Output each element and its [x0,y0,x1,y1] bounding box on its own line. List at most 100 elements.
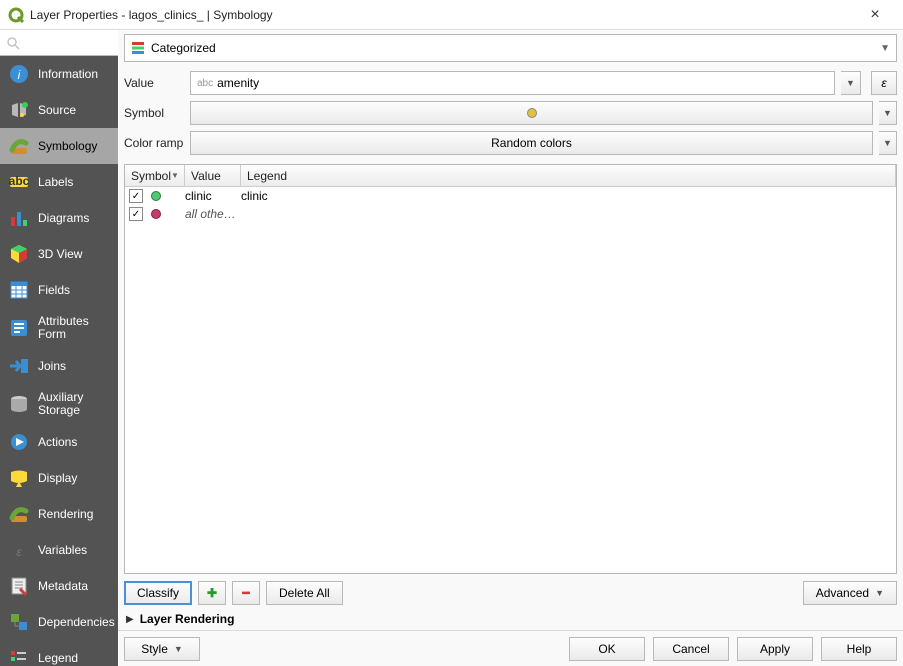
dependencies-icon [8,611,30,633]
color-ramp-button[interactable]: Random colors [190,131,873,155]
delete-all-button[interactable]: Delete All [266,581,343,605]
sidebar-item-variables[interactable]: ε Variables [0,532,118,568]
sidebar-item-diagrams[interactable]: Diagrams [0,200,118,236]
diagrams-icon [8,207,30,229]
sidebar-item-label: Dependencies [38,616,115,629]
sidebar-item-actions[interactable]: Actions [0,424,118,460]
grid-header-symbol[interactable]: Symbol ▼ [125,165,185,186]
sidebar-item-source[interactable]: Source [0,92,118,128]
layer-rendering-title: Layer Rendering [140,612,235,626]
sidebar-search[interactable] [0,30,118,56]
svg-text:ε: ε [16,545,22,559]
grid-row[interactable]: ✓ clinic clinic [125,187,896,205]
sidebar-item-label: 3D View [38,248,82,261]
color-ramp-label: Color ramp [124,136,184,150]
labels-icon: abc [8,171,30,193]
info-icon: i [8,63,30,85]
grid-header-value-label: Value [191,169,221,183]
sidebar-item-display[interactable]: Display [0,460,118,496]
sidebar-nav: i Information Source Symbology abc Label… [0,56,118,666]
sidebar-item-rendering[interactable]: Rendering [0,496,118,532]
color-ramp-dropdown-button[interactable]: ▼ [879,131,897,155]
sidebar-item-label: Information [38,68,98,81]
grid-row[interactable]: ✓ all othe… [125,205,896,223]
symbol-row: Symbol ▼ [124,98,897,128]
grid-header-legend-label: Legend [247,169,287,183]
storage-icon [8,393,30,415]
help-button[interactable]: Help [821,637,897,661]
close-button[interactable]: × [855,6,895,24]
add-category-button[interactable]: ✚ [198,581,226,605]
sidebar-item-3dview[interactable]: 3D View [0,236,118,272]
sidebar-item-joins[interactable]: Joins [0,348,118,384]
sidebar-item-labels[interactable]: abc Labels [0,164,118,200]
symbol-dropdown-button[interactable]: ▼ [879,101,897,125]
advanced-button[interactable]: Advanced▼ [803,581,897,605]
cancel-button[interactable]: Cancel [653,637,729,661]
classify-button[interactable]: Classify [124,581,192,605]
row-checkbox[interactable]: ✓ [129,189,143,203]
metadata-icon [8,575,30,597]
sidebar-item-fields[interactable]: Fields [0,272,118,308]
form-icon [8,317,30,339]
sidebar-item-information[interactable]: i Information [0,56,118,92]
style-button[interactable]: Style▼ [124,637,200,661]
rendering-icon [8,503,30,525]
ok-button[interactable]: OK [569,637,645,661]
sidebar-item-label: Actions [38,436,77,449]
value-field-combo[interactable]: abc amenity [190,71,835,95]
sidebar-item-label: Auxiliary Storage [38,391,110,417]
color-ramp-value: Random colors [491,136,572,150]
sidebar-item-metadata[interactable]: Metadata [0,568,118,604]
sidebar-item-label: Source [38,104,76,117]
chevron-down-icon: ▼ [875,588,884,598]
display-icon [8,467,30,489]
source-icon [8,99,30,121]
grid-header-symbol-label: Symbol [131,169,171,183]
grid-header-legend[interactable]: Legend [241,165,896,186]
row-symbol-dot [151,209,161,219]
grid-header-value[interactable]: Value [185,165,241,186]
epsilon-icon: ε [881,76,886,90]
categories-grid: Symbol ▼ Value Legend ✓ clinic clinic ✓ … [124,164,897,574]
sidebar-item-label: Diagrams [38,212,89,225]
remove-category-button[interactable]: ━ [232,581,260,605]
sidebar-item-label: Joins [38,360,66,373]
variables-icon: ε [8,539,30,561]
sidebar-item-label: Legend [38,652,78,665]
color-ramp-row: Color ramp Random colors ▼ [124,128,897,158]
row-symbol-dot [151,191,161,201]
row-legend: clinic [241,189,892,203]
dialog-footer: Style▼ OK Cancel Apply Help [118,630,903,666]
joins-icon [8,355,30,377]
apply-button[interactable]: Apply [737,637,813,661]
sidebar-item-label: Labels [38,176,73,189]
collapse-triangle-icon: ▶ [126,614,134,625]
symbol-preview-dot [527,108,537,118]
window-title: Layer Properties - lagos_clinics_ | Symb… [30,8,855,22]
sort-indicator-icon: ▼ [171,171,179,180]
fields-icon [8,279,30,301]
symbology-icon [8,135,30,157]
row-value: all othe… [185,207,241,221]
actions-icon [8,431,30,453]
value-dropdown-button[interactable]: ▼ [841,71,861,95]
categorized-icon [131,41,145,55]
layer-rendering-section[interactable]: ▶ Layer Rendering [118,610,903,630]
sidebar-item-dependencies[interactable]: Dependencies [0,604,118,640]
search-icon [6,36,20,50]
expression-button[interactable]: ε [871,71,897,95]
abc-prefix: abc [197,78,213,89]
renderer-combo[interactable]: Categorized ▼ [124,34,897,62]
svg-text:abc: abc [9,174,30,188]
sidebar-item-label: Symbology [38,140,97,153]
sidebar-item-label: Metadata [38,580,88,593]
sidebar-item-label: Display [38,472,77,485]
sidebar-item-auxiliary-storage[interactable]: Auxiliary Storage [0,384,118,424]
sidebar-item-symbology[interactable]: Symbology [0,128,118,164]
sidebar-item-label: Rendering [38,508,93,521]
sidebar-item-legend[interactable]: Legend [0,640,118,666]
row-checkbox[interactable]: ✓ [129,207,143,221]
sidebar-item-attributes-form[interactable]: Attributes Form [0,308,118,348]
symbol-button[interactable] [190,101,873,125]
